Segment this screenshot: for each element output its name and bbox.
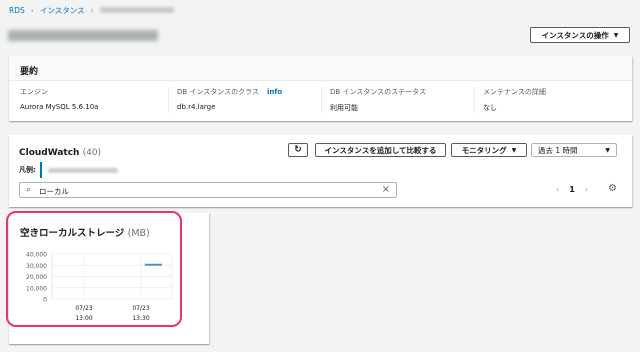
metric-count: (40) [82, 148, 102, 158]
chevron-right-icon: › [30, 5, 34, 15]
summary-instance-status: DB インスタンスのステータス 利用可能 [321, 87, 477, 113]
instance-class-value: db.r4.large [177, 103, 216, 111]
breadcrumb-instance-redacted [99, 7, 174, 13]
highlight-annotation [6, 211, 182, 327]
pagination: ‹ 1 › [556, 185, 588, 194]
legend-label: 凡例: [19, 166, 36, 174]
summary-header: 要約 [9, 56, 632, 81]
breadcrumb: RDS › インスタンス › [9, 4, 174, 16]
engine-value: Aurora MySQL 5.6.10a [20, 103, 99, 111]
maintenance-key: メンテナンスの詳細 [483, 88, 546, 96]
caret-down-icon: ▼ [605, 146, 610, 154]
instance-actions-button[interactable]: インスタンスの操作 ▼ [530, 27, 630, 43]
caret-down-icon: ▼ [613, 31, 619, 39]
status-key: DB インスタンスのステータス [330, 88, 427, 96]
summary-engine: エンジン Aurora MySQL 5.6.10a [12, 87, 168, 113]
page-title-redacted [8, 30, 158, 41]
instance-class-key: DB インスタンスのクラス [177, 88, 259, 96]
current-page[interactable]: 1 [569, 185, 575, 194]
maintenance-value: なし [483, 104, 497, 112]
monitoring-label: モニタリング [461, 145, 507, 155]
summary-maintenance: メンテナンスの詳細 なし [474, 87, 630, 113]
breadcrumb-rds[interactable]: RDS [9, 6, 25, 15]
search-input[interactable]: ⌕ ローカル × [19, 182, 397, 198]
breadcrumb-instances[interactable]: インスタンス [40, 5, 85, 16]
chevron-right-icon: › [90, 5, 94, 15]
cloudwatch-title-text: CloudWatch [19, 148, 80, 158]
legend-instance-redacted [47, 167, 118, 173]
info-link[interactable]: info [267, 88, 282, 96]
chevron-left-icon[interactable]: ‹ [556, 185, 559, 194]
add-compare-instance-button[interactable]: インスタンスを追加して比較する [315, 143, 446, 157]
refresh-icon: ↻ [294, 145, 302, 155]
refresh-button[interactable]: ↻ [288, 143, 308, 157]
chevron-right-icon[interactable]: › [585, 185, 588, 194]
settings-gear-icon[interactable]: ⚙ [608, 183, 617, 194]
legend-color-swatch [39, 162, 42, 178]
summary-instance-class: DB インスタンスのクラス info db.r4.large [168, 87, 324, 113]
add-compare-label: インスタンスを追加して比較する [324, 145, 437, 155]
cloudwatch-panel: CloudWatch (40) 凡例: ↻ インスタンスを追加して比較する モニ… [9, 135, 632, 207]
clear-icon[interactable]: × [382, 184, 390, 195]
status-value: 利用可能 [330, 104, 358, 112]
instance-actions-label: インスタンスの操作 [541, 30, 609, 40]
monitoring-button[interactable]: モニタリング ▼ [451, 143, 527, 157]
search-value: ローカル [39, 187, 69, 196]
legend: 凡例: [19, 162, 118, 178]
engine-key: エンジン [20, 88, 48, 96]
time-range-select[interactable]: 過去 1 時間 ▼ [531, 143, 617, 157]
summary-title: 要約 [20, 67, 39, 77]
time-range-value: 過去 1 時間 [538, 145, 578, 155]
search-icon: ⌕ [26, 185, 32, 195]
caret-down-icon: ▼ [511, 146, 517, 154]
cloudwatch-title: CloudWatch (40) [19, 148, 101, 158]
summary-panel: 要約 エンジン Aurora MySQL 5.6.10a DB インスタンスのク… [9, 56, 632, 121]
